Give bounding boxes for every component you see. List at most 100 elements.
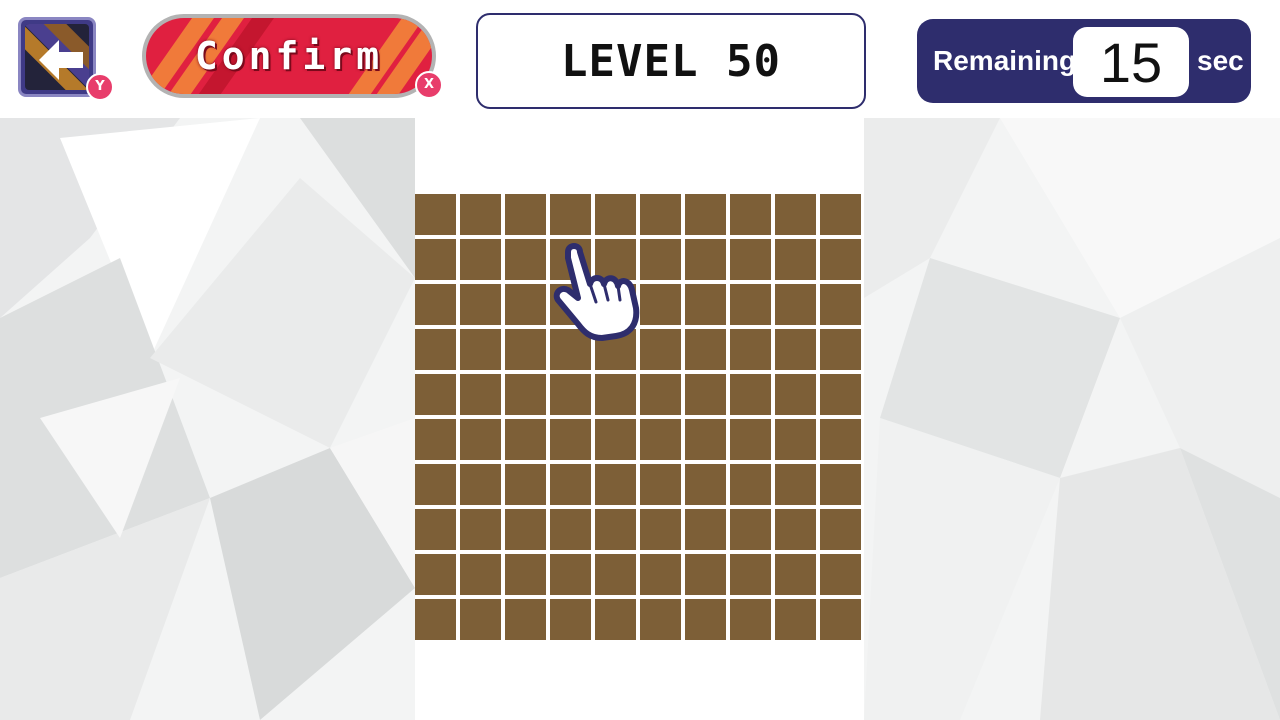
board-tile[interactable] (685, 464, 726, 505)
board-tile[interactable] (730, 284, 771, 325)
board-tile[interactable] (550, 239, 591, 280)
board-tile[interactable] (820, 329, 861, 370)
confirm-button[interactable]: Confirm (142, 14, 436, 98)
board-tile[interactable] (820, 464, 861, 505)
board-tile[interactable] (685, 329, 726, 370)
board-tile[interactable] (730, 464, 771, 505)
board-tile[interactable] (415, 419, 456, 460)
board-tile[interactable] (505, 374, 546, 415)
board-tile[interactable] (415, 284, 456, 325)
board-tile[interactable] (595, 239, 636, 280)
board-tile[interactable] (595, 599, 636, 640)
board-tile[interactable] (550, 194, 591, 235)
board-tile[interactable] (550, 284, 591, 325)
board-tile[interactable] (640, 554, 681, 595)
board-tile[interactable] (595, 464, 636, 505)
board-tile[interactable] (550, 599, 591, 640)
board-tile[interactable] (505, 554, 546, 595)
board-tile[interactable] (460, 554, 501, 595)
board-tile[interactable] (775, 284, 816, 325)
board-tile[interactable] (505, 509, 546, 550)
board-tile[interactable] (775, 239, 816, 280)
board-tile[interactable] (685, 419, 726, 460)
board-tile[interactable] (775, 599, 816, 640)
board-tile[interactable] (820, 599, 861, 640)
board-tile[interactable] (775, 509, 816, 550)
board-tile[interactable] (820, 239, 861, 280)
board-tile[interactable] (460, 194, 501, 235)
board-tile[interactable] (775, 464, 816, 505)
board-tile[interactable] (595, 374, 636, 415)
board-tile[interactable] (595, 194, 636, 235)
board-tile[interactable] (505, 329, 546, 370)
board-tile[interactable] (415, 464, 456, 505)
board-tile[interactable] (640, 419, 681, 460)
board-tile[interactable] (640, 239, 681, 280)
board-tile[interactable] (730, 374, 771, 415)
board-tile[interactable] (550, 419, 591, 460)
board-tile[interactable] (820, 554, 861, 595)
board-tile[interactable] (460, 374, 501, 415)
board-tile[interactable] (415, 599, 456, 640)
board-tile[interactable] (505, 599, 546, 640)
board-tile[interactable] (415, 509, 456, 550)
board-tile[interactable] (685, 239, 726, 280)
board-tile[interactable] (550, 374, 591, 415)
board-tile[interactable] (730, 419, 771, 460)
board-tile[interactable] (460, 284, 501, 325)
board-tile[interactable] (415, 194, 456, 235)
board-tile[interactable] (730, 599, 771, 640)
board-tile[interactable] (460, 239, 501, 280)
board-tile[interactable] (505, 284, 546, 325)
board-tile[interactable] (640, 464, 681, 505)
board-tile[interactable] (685, 284, 726, 325)
board-tile[interactable] (685, 194, 726, 235)
board-tile[interactable] (640, 329, 681, 370)
board-tile[interactable] (820, 194, 861, 235)
board-tile[interactable] (460, 509, 501, 550)
board-tile[interactable] (550, 329, 591, 370)
board-tile[interactable] (550, 464, 591, 505)
board-tile[interactable] (460, 419, 501, 460)
board-tile[interactable] (685, 554, 726, 595)
board-tile[interactable] (595, 509, 636, 550)
board-tile[interactable] (775, 329, 816, 370)
board-tile[interactable] (550, 554, 591, 595)
board-tile[interactable] (550, 509, 591, 550)
board-tile[interactable] (595, 419, 636, 460)
board-tile[interactable] (775, 419, 816, 460)
board-tile[interactable] (775, 554, 816, 595)
board-tile[interactable] (460, 599, 501, 640)
board-tile[interactable] (730, 194, 771, 235)
back-button[interactable] (18, 17, 96, 97)
board-tile[interactable] (685, 599, 726, 640)
board-tile[interactable] (820, 419, 861, 460)
board-tile[interactable] (505, 464, 546, 505)
board-tile[interactable] (505, 239, 546, 280)
board-tile[interactable] (730, 509, 771, 550)
board-tile[interactable] (730, 329, 771, 370)
board-tile[interactable] (775, 194, 816, 235)
board-tile[interactable] (775, 374, 816, 415)
board-tile[interactable] (640, 284, 681, 325)
board-tile[interactable] (595, 329, 636, 370)
board-tile[interactable] (460, 464, 501, 505)
board-tile[interactable] (415, 239, 456, 280)
board-tile[interactable] (460, 329, 501, 370)
board-tile[interactable] (820, 374, 861, 415)
board-tile[interactable] (415, 374, 456, 415)
board-tile[interactable] (595, 284, 636, 325)
board-tile[interactable] (640, 374, 681, 415)
board-tile[interactable] (685, 374, 726, 415)
board-tile[interactable] (640, 194, 681, 235)
board-tile[interactable] (685, 509, 726, 550)
board-tile[interactable] (505, 419, 546, 460)
board-tile[interactable] (820, 509, 861, 550)
board-tile[interactable] (595, 554, 636, 595)
board-tile[interactable] (415, 554, 456, 595)
board-tile[interactable] (505, 194, 546, 235)
board-tile[interactable] (730, 554, 771, 595)
board-tile[interactable] (415, 329, 456, 370)
board-tile[interactable] (820, 284, 861, 325)
board-tile[interactable] (640, 509, 681, 550)
